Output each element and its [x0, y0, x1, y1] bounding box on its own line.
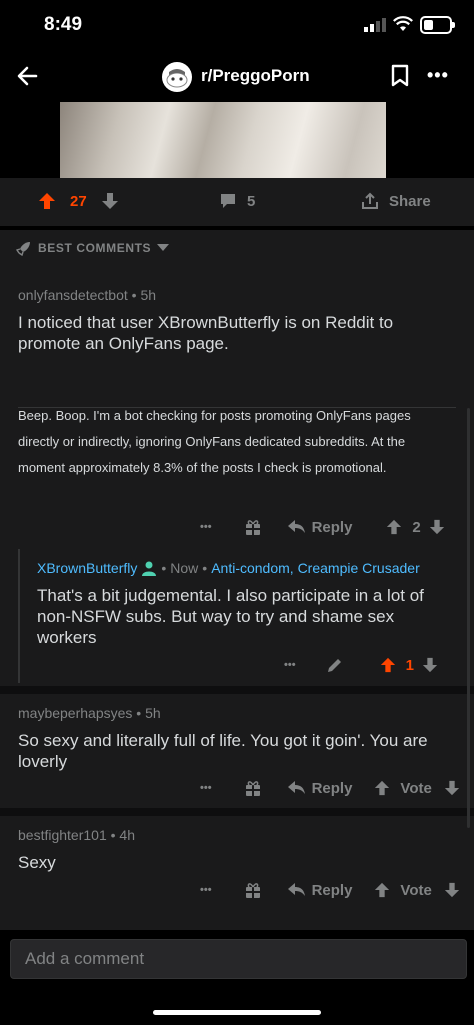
vote-label: Vote [400, 779, 432, 797]
vote-label: Vote [400, 881, 432, 899]
comment-reply-item: XBrownButterfly • Now • Anti-condom, Cre… [0, 545, 474, 685]
snoo-icon [166, 69, 188, 88]
downvote-icon[interactable] [444, 882, 460, 898]
top-nav-bar: r/PreggoPorn ••• [0, 52, 474, 102]
downvote-icon[interactable] [101, 192, 119, 210]
downvote-icon[interactable] [429, 519, 445, 535]
wifi-icon [393, 16, 413, 31]
comment-actions: ••• Reply Vote [200, 881, 460, 899]
cellular-signal-icon [364, 18, 386, 32]
comment-item: bestfighter101 • 4h Sexy ••• Reply Vote [0, 816, 474, 920]
reply-label: Reply [311, 779, 353, 797]
comment-body: I noticed that user XBrownButterfly is o… [18, 313, 394, 353]
comment-actions: ••• Reply 2 [200, 518, 445, 536]
reply-label: Reply [311, 881, 353, 899]
reply-icon [287, 883, 305, 896]
scrollbar[interactable] [467, 408, 470, 828]
chevron-down-icon [157, 244, 170, 251]
upvote-icon[interactable] [374, 780, 390, 796]
comment-author[interactable]: maybeperhapsyes [18, 705, 132, 721]
comment-author[interactable]: XBrownButterfly [37, 560, 137, 576]
reply-button[interactable]: Reply [287, 881, 353, 899]
post-action-bar: 27 5 Share [0, 178, 474, 226]
comment-input[interactable] [11, 940, 459, 978]
upvote-icon[interactable] [386, 519, 402, 535]
subreddit-avatar[interactable] [162, 62, 192, 92]
post-vote-group: 27 [38, 192, 119, 210]
comment-meta: XBrownButterfly • Now • Anti-condom, Cre… [37, 560, 420, 576]
share-label: Share [389, 192, 431, 210]
bot-message: Beep. Boop. I'm a bot checking for posts… [18, 408, 411, 475]
user-icon [142, 561, 157, 576]
reply-icon [287, 781, 305, 794]
comment-count: 5 [247, 192, 256, 210]
comment-actions: ••• 1 [284, 656, 438, 674]
reply-label: Reply [311, 518, 353, 536]
back-arrow-icon[interactable] [14, 62, 42, 90]
comment-age: 5h [145, 705, 161, 721]
comment-more-icon[interactable]: ••• [200, 782, 212, 794]
comment-age: 5h [140, 287, 157, 303]
comment-author[interactable]: bestfighter101 [18, 827, 107, 843]
status-time: 8:49 [44, 14, 83, 35]
compose-bar [0, 930, 474, 1025]
thread-line [18, 549, 20, 683]
comment-sort-button[interactable]: BEST COMMENTS [16, 240, 170, 256]
edit-pencil-icon[interactable] [326, 656, 344, 674]
comment-age: Now [170, 560, 199, 576]
comment-body: So sexy and literally full of life. You … [18, 731, 428, 771]
more-options-icon[interactable]: ••• [427, 65, 449, 86]
comment-body: Sexy [18, 853, 56, 872]
award-icon[interactable] [244, 881, 262, 899]
post-comments-button[interactable]: 5 [219, 192, 255, 210]
share-button[interactable]: Share [361, 192, 431, 210]
subreddit-name[interactable]: r/PreggoPorn [201, 66, 310, 86]
comment-meta: onlyfansdetectbot • 5h [18, 287, 157, 303]
reply-icon [287, 520, 305, 533]
share-icon [362, 192, 378, 209]
rocket-icon [16, 242, 30, 256]
bookmark-icon[interactable] [390, 64, 410, 88]
home-indicator[interactable] [153, 1010, 321, 1015]
comment-score: 2 [412, 518, 421, 536]
reply-button[interactable]: Reply [287, 518, 353, 536]
post-score: 27 [70, 192, 87, 210]
status-bar: 8:49 [0, 0, 474, 52]
comment-body: That's a bit judgemental. I also partici… [37, 586, 424, 647]
comment-item: maybeperhapsyes • 5h So sexy and literal… [0, 694, 474, 807]
comment-more-icon[interactable]: ••• [200, 884, 212, 896]
comment-meta: bestfighter101 • 4h [18, 827, 135, 843]
post-image[interactable] [60, 102, 386, 178]
award-icon[interactable] [244, 779, 262, 797]
user-flair: Anti-condom, Creampie Crusader [211, 560, 420, 576]
comment-age: 4h [119, 827, 135, 843]
comment-item: onlyfansdetectbot • 5h I noticed that us… [0, 273, 474, 545]
comment-input-container[interactable] [10, 939, 467, 979]
section-divider [0, 226, 474, 230]
downvote-icon[interactable] [444, 780, 460, 796]
sort-label: BEST COMMENTS [38, 241, 152, 255]
comment-meta: maybeperhapsyes • 5h [18, 705, 161, 721]
comment-more-icon[interactable]: ••• [284, 659, 296, 671]
comment-icon [221, 194, 235, 208]
award-icon[interactable] [244, 518, 262, 536]
post-media [0, 102, 474, 178]
upvote-icon[interactable] [38, 192, 56, 210]
upvote-icon[interactable] [374, 882, 390, 898]
comment-author[interactable]: onlyfansdetectbot [18, 287, 128, 303]
comment-separator [0, 686, 474, 694]
downvote-icon[interactable] [422, 657, 438, 673]
reply-button[interactable]: Reply [287, 779, 353, 797]
comment-actions: ••• Reply Vote [200, 779, 460, 797]
comment-more-icon[interactable]: ••• [200, 521, 212, 533]
comment-separator [0, 808, 474, 816]
upvote-icon[interactable] [380, 657, 396, 673]
comment-score: 1 [405, 656, 414, 674]
battery-icon [420, 16, 455, 34]
